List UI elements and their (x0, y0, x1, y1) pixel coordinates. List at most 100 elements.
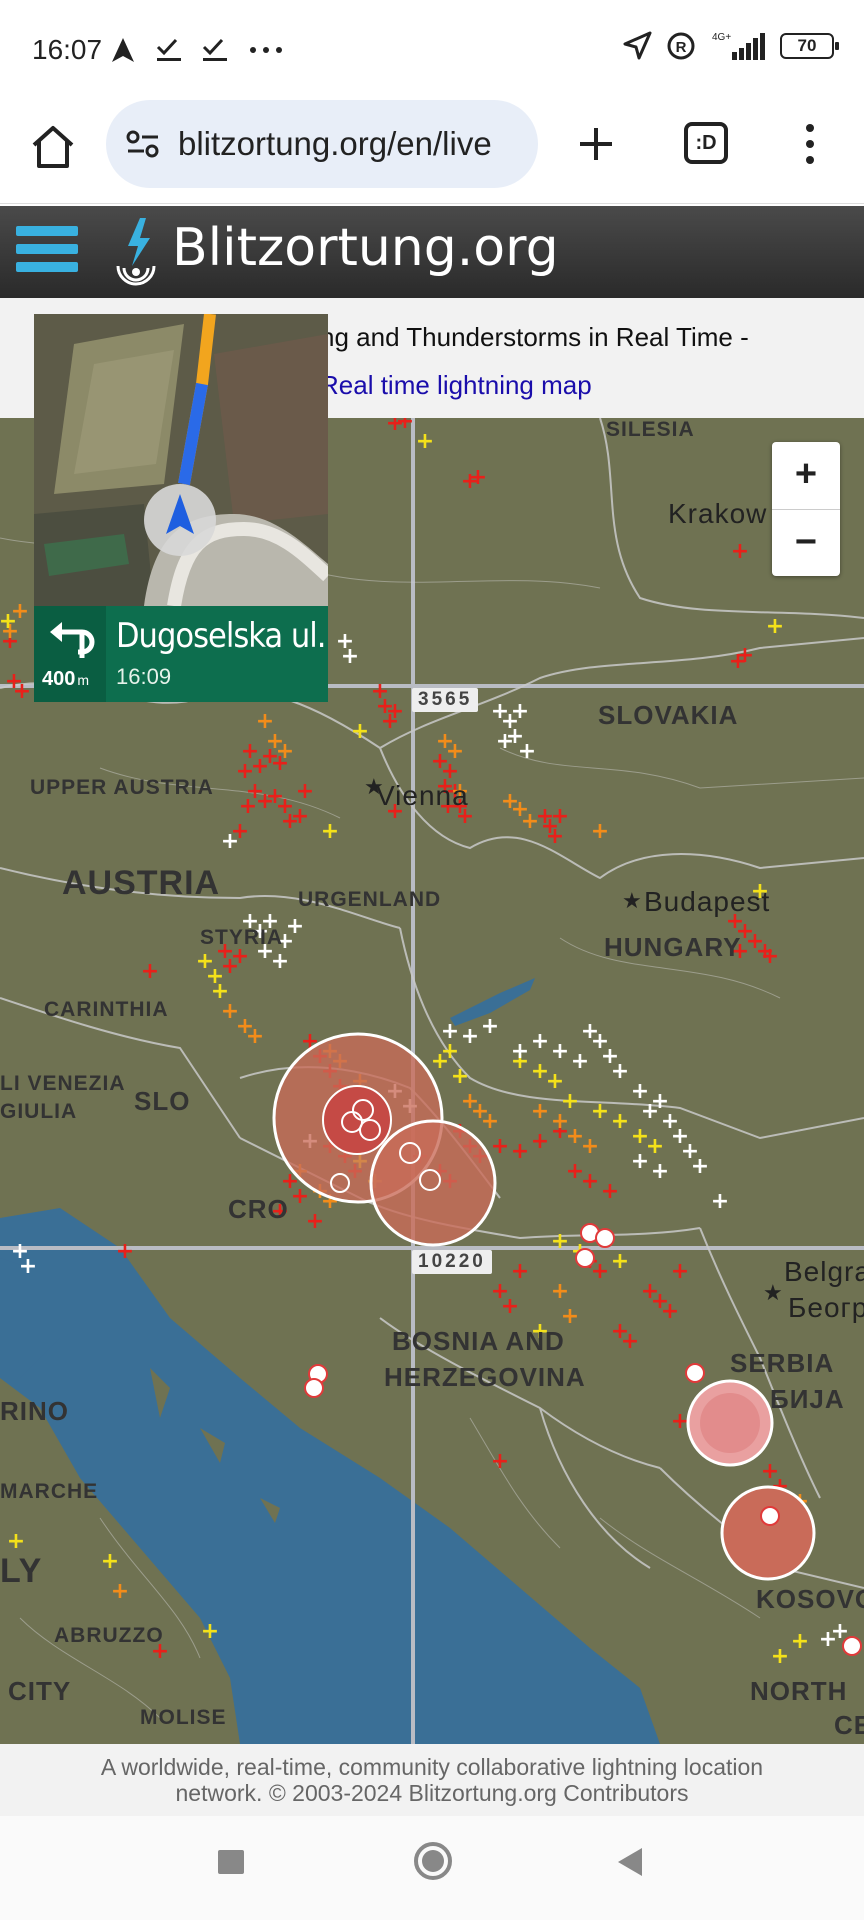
svg-text:+: + (661, 1299, 679, 1324)
svg-text:+: + (491, 1449, 509, 1474)
svg-text:+: + (819, 1627, 837, 1652)
turn-distance: 400 m (42, 668, 90, 690)
map-label-budapest: Budapest (644, 886, 771, 917)
battery-icon: 70 (780, 33, 839, 59)
zoom-control: + − (772, 442, 840, 576)
svg-text:+: + (791, 1629, 809, 1654)
svg-text:+: + (611, 1249, 629, 1274)
realtime-map-link[interactable]: Real time lightning map (320, 370, 592, 401)
map-label-krakow: Krakow (668, 498, 768, 529)
svg-text:+: + (296, 779, 314, 804)
svg-text:+: + (571, 1049, 589, 1074)
map-label-north: NORTH (750, 1676, 848, 1706)
svg-text:+: + (671, 1409, 689, 1434)
url-bar[interactable]: blitzortung.org/en/live (106, 100, 538, 188)
map-label-carinthia: CARINTHIA (44, 998, 169, 1021)
svg-text:+: + (691, 1154, 709, 1179)
svg-text:★: ★ (763, 1281, 783, 1306)
new-tab-button[interactable] (572, 120, 620, 168)
svg-text:+: + (631, 1149, 649, 1174)
home-icon (32, 126, 74, 168)
hamburger-menu-button[interactable] (16, 226, 78, 278)
svg-text:+: + (611, 1059, 629, 1084)
svg-text:+: + (351, 719, 369, 744)
map-label-friuli: LI VENEZIA (0, 1072, 126, 1095)
home-nav-button[interactable] (412, 1840, 454, 1887)
svg-text:+: + (581, 1169, 599, 1194)
navigation-instruction-card[interactable]: 400 m Dugoselska ul. 16:09 (34, 606, 328, 702)
map-label-vienna: Vienna (376, 780, 469, 811)
map-label-slovakia: SLOVAKIA (598, 700, 739, 730)
footer-line-2: network. © 2003-2024 Blitzortung.org Con… (175, 1780, 689, 1806)
signal-icon: 4G+ (710, 30, 766, 62)
status-time: 16:07 (32, 34, 103, 65)
svg-text:+: + (286, 914, 304, 939)
svg-text:+: + (101, 1549, 119, 1574)
system-navigation-bar (0, 1816, 864, 1920)
browser-toolbar: blitzortung.org/en/live :D (0, 100, 864, 204)
home-button[interactable] (28, 122, 78, 172)
svg-text:+: + (246, 1024, 264, 1049)
map-label-ce: CE (834, 1710, 864, 1740)
svg-text:+: + (671, 1259, 689, 1284)
svg-text:+: + (601, 1179, 619, 1204)
plus-icon (580, 128, 612, 160)
map-label-herzegovina: HERZEGOVINA (384, 1362, 586, 1392)
navigation-arrow-icon (108, 34, 138, 66)
navigation-overlay[interactable]: 400 m Dugoselska ul. 16:09 (34, 314, 328, 702)
svg-text:+: + (396, 418, 414, 434)
svg-text:+: + (441, 1019, 459, 1044)
svg-text:+: + (731, 539, 749, 564)
svg-text:+: + (766, 614, 784, 639)
svg-text:+: + (211, 979, 229, 1004)
svg-text:+: + (416, 429, 434, 454)
zoom-in-button[interactable]: + (772, 442, 840, 509)
status-bar: 16:07 R 4G+ 70 (0, 0, 864, 100)
map-label-giulia: GIULIA (0, 1100, 78, 1123)
map-label-austria: AUSTRIA (62, 864, 221, 902)
map-label-belgrade: Belgra (784, 1256, 864, 1287)
svg-text:+: + (771, 1644, 789, 1669)
map-label-slovenia: SLO (134, 1086, 191, 1116)
zoom-out-button[interactable]: − (772, 509, 840, 576)
recents-button[interactable] (216, 1846, 246, 1881)
tab-switcher-button[interactable]: :D (684, 122, 728, 164)
svg-text:★: ★ (622, 889, 642, 914)
footer-line-1: A worldwide, real-time, community collab… (100, 1754, 764, 1780)
svg-text:+: + (451, 1064, 469, 1089)
map-label-italy: LY (0, 1552, 43, 1590)
registered-icon: R (666, 30, 696, 62)
blitzortung-logo-icon[interactable] (110, 216, 162, 290)
svg-text:+: + (116, 1239, 134, 1264)
site-header: Blitzortung.org (0, 206, 864, 298)
browser-menu-button[interactable] (800, 120, 820, 168)
site-settings-icon[interactable] (126, 129, 160, 159)
site-title[interactable]: Blitzortung.org (172, 218, 559, 278)
svg-text:R: R (676, 39, 687, 56)
svg-text:+: + (518, 739, 536, 764)
svg-text:+: + (591, 1099, 609, 1124)
more-dots-icon (246, 34, 286, 66)
svg-text:+: + (141, 959, 159, 984)
back-button[interactable] (614, 1846, 644, 1883)
svg-text:+: + (581, 1134, 599, 1159)
status-right-icons: R 4G+ 70 (622, 30, 839, 62)
svg-text:+: + (239, 794, 257, 819)
svg-text:+: + (611, 1109, 629, 1134)
svg-text:+: + (511, 1039, 529, 1064)
back-triangle-icon (618, 1848, 642, 1876)
svg-text:+: + (551, 1279, 569, 1304)
url-text[interactable]: blitzortung.org/en/live (178, 125, 528, 163)
square-icon (218, 1850, 244, 1874)
svg-text:+: + (446, 739, 464, 764)
svg-text:+: + (481, 1109, 499, 1134)
svg-text:+: + (271, 949, 289, 974)
network-type-label: 4G+ (712, 32, 731, 43)
status-left-icons (108, 34, 286, 66)
svg-text:+: + (621, 1329, 639, 1354)
svg-text:+: + (491, 1134, 509, 1159)
map-label-city: CITY (8, 1676, 72, 1706)
svg-text:+: + (521, 809, 539, 834)
svg-text:+: + (19, 1254, 37, 1279)
svg-text:+: + (496, 729, 514, 754)
